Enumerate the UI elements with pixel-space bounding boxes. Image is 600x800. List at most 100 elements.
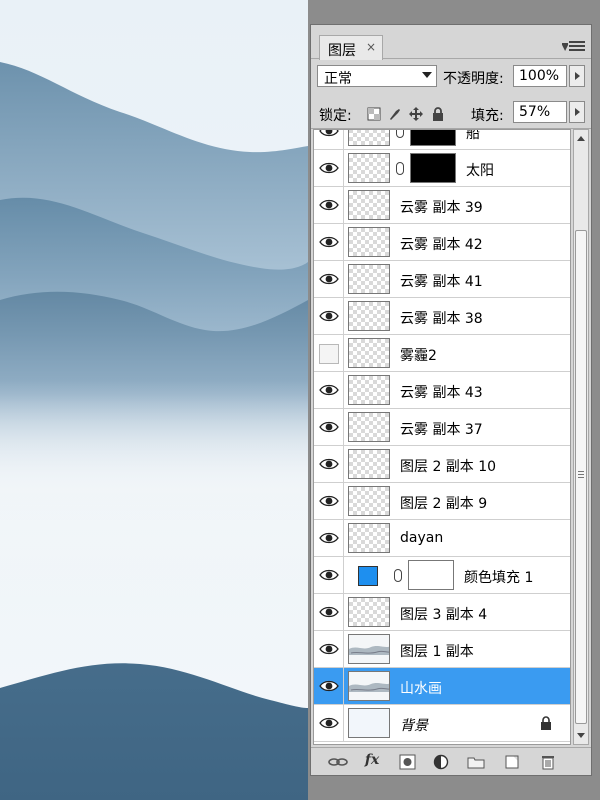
visibility-eye-icon[interactable] [314, 631, 344, 667]
layer-name: 雾霾2 [400, 348, 437, 364]
layer-thumbnail[interactable] [348, 338, 390, 368]
layer-thumbnail[interactable] [348, 634, 390, 664]
visibility-eye-icon[interactable] [314, 594, 344, 630]
layer-name: 云雾 副本 39 [400, 200, 483, 216]
visibility-eye-icon[interactable] [314, 150, 344, 186]
layer-name: 云雾 副本 43 [400, 385, 483, 401]
tab-layers[interactable]: 图层 × [319, 35, 383, 60]
layer-mask-thumbnail[interactable] [410, 153, 456, 183]
visibility-eye-icon[interactable] [314, 483, 344, 519]
layer-thumbnail[interactable] [348, 449, 390, 479]
layer-name: 船 [466, 129, 480, 142]
layer-row[interactable]: 雾霾2 [314, 335, 570, 372]
layer-name: 云雾 副本 37 [400, 422, 483, 438]
mask-link-icon[interactable] [396, 130, 404, 138]
lock-pixels-brush-icon[interactable] [388, 107, 402, 121]
add-mask-icon[interactable] [397, 752, 419, 772]
visibility-eye-icon[interactable] [314, 520, 344, 556]
layer-thumbnail[interactable] [348, 153, 390, 183]
panel-tab-row: 图层 × ▼ [311, 33, 591, 60]
layer-name: 云雾 副本 38 [400, 311, 483, 327]
layer-row[interactable]: 云雾 副本 37 [314, 409, 570, 446]
layer-thumbnail[interactable] [348, 523, 390, 553]
layer-row[interactable]: 颜色填充 1 [314, 557, 570, 594]
layer-row[interactable]: 山水画 [314, 668, 570, 705]
layers-toolbar: fx [311, 747, 591, 775]
visibility-eye-icon[interactable] [314, 130, 344, 149]
opacity-slider-toggle[interactable] [569, 65, 585, 87]
adjustment-layer-icon[interactable] [431, 752, 453, 772]
layer-row[interactable]: 图层 2 副本 9 [314, 483, 570, 520]
document-canvas[interactable] [0, 0, 308, 800]
visibility-eye-icon[interactable] [314, 409, 344, 445]
layer-name: 背景 [400, 718, 428, 734]
layer-row[interactable]: 图层 3 副本 4 [314, 594, 570, 631]
panel-menu-icon[interactable]: ▼ [562, 41, 585, 53]
visibility-eye-icon[interactable] [314, 298, 344, 334]
scroll-down-icon[interactable] [574, 728, 588, 742]
layer-name: 图层 2 副本 9 [400, 496, 488, 512]
visibility-eye-icon[interactable] [314, 557, 344, 593]
opacity-label: 不透明度: [443, 71, 504, 87]
new-group-icon[interactable] [465, 752, 487, 772]
layer-row[interactable]: 云雾 副本 38 [314, 298, 570, 335]
layer-thumbnail[interactable] [348, 708, 390, 738]
link-layers-icon[interactable] [327, 752, 349, 772]
tab-label: 图层 [328, 43, 356, 59]
opacity-field[interactable]: 100% [513, 65, 567, 87]
layer-thumbnail[interactable] [348, 130, 390, 146]
layer-row[interactable]: 背景 [314, 705, 570, 742]
layer-thumbnail[interactable] [348, 412, 390, 442]
layer-row[interactable]: dayan [314, 520, 570, 557]
mask-link-icon[interactable] [396, 162, 404, 175]
fill-field[interactable]: 57% [513, 101, 567, 123]
layer-row[interactable]: 云雾 副本 41 [314, 261, 570, 298]
lock-transparency-icon[interactable] [367, 107, 381, 121]
mask-link-icon[interactable] [394, 569, 402, 582]
layer-mask-thumbnail[interactable] [410, 130, 456, 146]
visibility-eye-icon[interactable] [314, 261, 344, 297]
layer-row[interactable]: 云雾 副本 42 [314, 224, 570, 261]
layer-name: dayan [400, 530, 444, 546]
fill-slider-toggle[interactable] [569, 101, 585, 123]
layers-scrollbar[interactable] [573, 129, 589, 745]
lock-all-icon[interactable] [431, 107, 445, 121]
layer-name: 云雾 副本 41 [400, 274, 483, 290]
layers-list-content: 船太阳云雾 副本 39 云雾 副本 42 云雾 副本 41 云雾 副本 38 雾霾2 云雾… [314, 129, 570, 742]
layer-thumbnail[interactable] [348, 597, 390, 627]
layer-row[interactable]: 云雾 副本 43 [314, 372, 570, 409]
visibility-eye-icon[interactable] [314, 446, 344, 482]
grip-icon [578, 471, 584, 480]
lock-position-move-icon[interactable] [409, 107, 423, 121]
visibility-toggle-off[interactable] [314, 335, 344, 371]
scroll-up-icon[interactable] [574, 132, 588, 146]
layer-thumbnail[interactable] [348, 227, 390, 257]
visibility-eye-icon[interactable] [314, 187, 344, 223]
scrollbar-thumb[interactable] [575, 230, 587, 724]
visibility-eye-icon[interactable] [314, 372, 344, 408]
blend-mode-select[interactable]: 正常 [317, 65, 437, 87]
lock-label: 锁定: [319, 108, 352, 124]
layer-thumbnail[interactable] [348, 301, 390, 331]
layer-row[interactable]: 图层 1 副本 [314, 631, 570, 668]
trash-icon[interactable] [537, 752, 559, 772]
layer-thumbnail[interactable] [348, 671, 390, 701]
layer-thumbnail[interactable] [348, 486, 390, 516]
layer-row[interactable]: 船 [314, 129, 570, 150]
layer-thumbnail[interactable] [348, 190, 390, 220]
layer-row[interactable]: 云雾 副本 39 [314, 187, 570, 224]
layer-mask-thumbnail[interactable] [408, 560, 454, 590]
tab-close-icon[interactable]: × [366, 40, 376, 54]
layer-name: 图层 1 副本 [400, 644, 474, 660]
visibility-eye-icon[interactable] [314, 668, 344, 704]
visibility-eye-icon[interactable] [314, 705, 344, 741]
fill-color-swatch[interactable] [358, 566, 378, 586]
layer-name: 山水画 [400, 681, 442, 697]
new-layer-icon[interactable] [501, 752, 523, 772]
layer-thumbnail[interactable] [348, 375, 390, 405]
layer-row[interactable]: 太阳 [314, 150, 570, 187]
layer-row[interactable]: 图层 2 副本 10 [314, 446, 570, 483]
fx-button[interactable]: fx [361, 752, 383, 772]
visibility-eye-icon[interactable] [314, 224, 344, 260]
layer-thumbnail[interactable] [348, 264, 390, 294]
